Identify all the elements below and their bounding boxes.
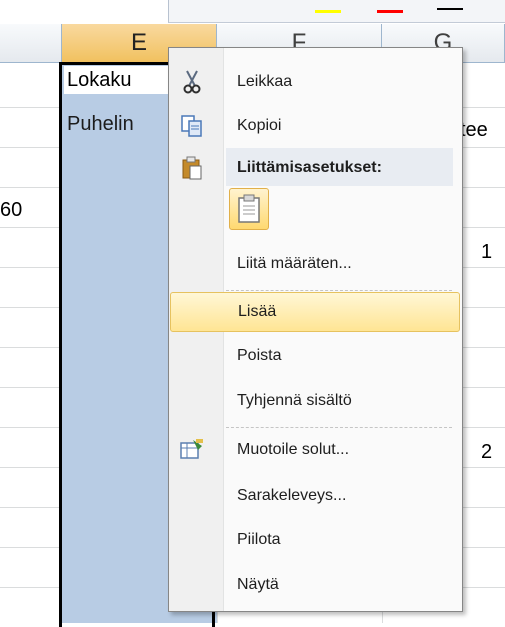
menu-label-column-width: Sarakeleveys... (237, 487, 347, 504)
menu-item-cut[interactable]: Leikkaa (170, 62, 460, 102)
menu-item-hide[interactable]: Piilota (170, 520, 460, 560)
menu-item-clear-contents[interactable]: Tyhjennä sisältö (170, 381, 460, 421)
menu-label-insert: Lisää (238, 303, 277, 320)
menu-label-copy: Kopioi (237, 117, 282, 134)
cell-g5[interactable]: 1 (481, 238, 501, 266)
menu-item-insert[interactable]: Lisää (170, 292, 460, 332)
red-color-swatch[interactable] (377, 10, 403, 13)
copy-icon (181, 115, 202, 137)
menu-separator (226, 427, 452, 428)
menu-item-format-cells[interactable]: Muotoile solut... (170, 430, 460, 470)
menu-item-delete[interactable]: Poista (170, 336, 460, 376)
paste-icon (182, 156, 202, 180)
menu-label-hide: Piilota (237, 531, 281, 548)
menu-item-paste-options: Liittämisasetukset: (170, 148, 460, 188)
yellow-color-swatch[interactable] (315, 10, 341, 13)
menu-label-clear-contents: Tyhjennä sisältö (237, 392, 352, 409)
menu-item-copy[interactable]: Kopioi (170, 106, 460, 146)
cell-g11[interactable]: 2 (481, 438, 501, 466)
menu-label-paste-special: Liitä määräten... (237, 255, 352, 272)
menu-item-paste-special[interactable]: Liitä määräten... (170, 244, 460, 284)
paste-clipboard-icon (238, 194, 260, 223)
column-header-d[interactable] (0, 24, 62, 62)
cell-e2[interactable]: Puhelin (64, 110, 177, 138)
menu-item-unhide[interactable]: Näytä (170, 565, 460, 605)
paste-option-button[interactable] (229, 188, 269, 230)
cell-d4[interactable]: 60 (0, 196, 40, 224)
menu-item-column-width[interactable]: Sarakeleveys... (170, 476, 460, 516)
cell-e1[interactable]: Lokaku (64, 66, 177, 94)
scissors-icon (183, 70, 201, 94)
format-cells-icon (180, 439, 203, 459)
menu-label-unhide: Näytä (237, 576, 279, 593)
menu-separator (226, 290, 452, 291)
menu-label-delete: Poista (237, 347, 282, 364)
cell-g2[interactable]: tee (460, 116, 505, 144)
menu-label-format-cells: Muotoile solut... (237, 441, 350, 458)
menu-label-paste-options: Liittämisasetukset: (237, 159, 382, 176)
menu-label-cut: Leikkaa (237, 73, 293, 90)
black-color-swatch[interactable] (437, 8, 463, 10)
